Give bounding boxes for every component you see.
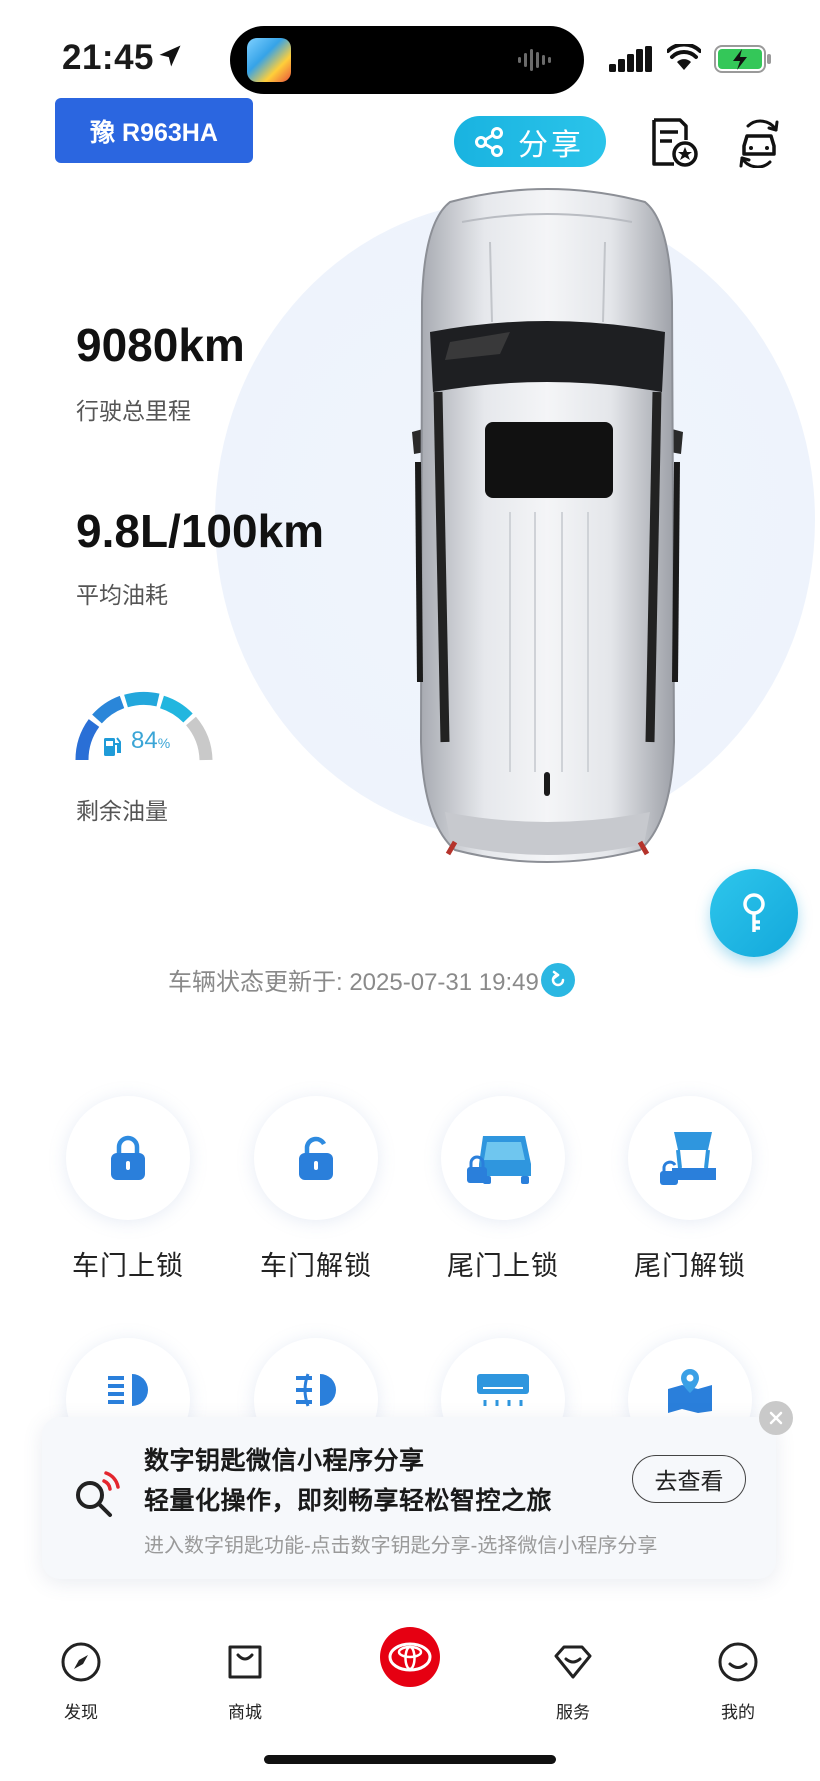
- unlock-icon: [299, 1136, 333, 1180]
- home-indicator[interactable]: [264, 1755, 556, 1764]
- fuel-consumption-value: 9.8L/100km: [76, 505, 325, 557]
- app-thumbnail-icon: [247, 38, 291, 82]
- nav-label-mine: 我的: [721, 1703, 755, 1722]
- air-conditioner-icon: [477, 1374, 529, 1406]
- banner-title: 数字钥匙微信小程序分享: [144, 1447, 425, 1475]
- nav-label-mall: 商城: [228, 1703, 262, 1722]
- vehicle-document-icon[interactable]: [648, 116, 698, 168]
- mileage-label: 行驶总里程: [76, 398, 191, 424]
- search-share-icon: [76, 1471, 120, 1517]
- tailgate-unlock-label: 尾门解锁: [634, 1251, 746, 1281]
- share-label: 分享: [518, 128, 584, 162]
- share-button[interactable]: 分享: [454, 116, 606, 167]
- nav-label-discover: 发现: [64, 1703, 98, 1722]
- fuel-level-label: 剩余油量: [76, 798, 168, 824]
- nav-item-home[interactable]: [380, 1627, 440, 1687]
- status-bar: 21:45: [0, 0, 820, 95]
- door-unlock-control[interactable]: 车门解锁: [246, 1096, 386, 1283]
- vehicle-status-update-text: 车辆状态更新于: 2025-07-31 19:49: [168, 969, 539, 996]
- headlight-icon: [108, 1374, 148, 1406]
- license-plate-button[interactable]: 豫 R963HA: [55, 98, 253, 163]
- tailgate-lock-control[interactable]: 尾门上锁: [433, 1096, 573, 1283]
- tailgate-unlock-control[interactable]: 尾门解锁: [620, 1096, 760, 1283]
- fuel-consumption-label: 平均油耗: [76, 582, 168, 608]
- mini-program-share-banner[interactable]: 数字钥匙微信小程序分享 轻量化操作，即刻畅享轻松智控之旅 进入数字钥匙功能-点击…: [42, 1417, 776, 1579]
- view-details-button[interactable]: 去查看: [632, 1455, 746, 1503]
- fuel-level-value: 84%: [131, 727, 171, 754]
- wifi-icon: [667, 44, 701, 70]
- door-unlock-label: 车门解锁: [260, 1251, 372, 1281]
- door-lock-control[interactable]: 车门上锁: [58, 1096, 198, 1283]
- shopping-bag-icon: [228, 1645, 262, 1679]
- status-time: 21:45: [62, 38, 155, 77]
- nav-item-discover[interactable]: 发现: [41, 1641, 121, 1723]
- refresh-icon[interactable]: [540, 962, 575, 997]
- nav-item-mine[interactable]: 我的: [698, 1641, 778, 1723]
- cellular-signal-icon: [609, 46, 652, 72]
- digital-key-button[interactable]: [710, 869, 798, 957]
- dynamic-island: [230, 26, 584, 94]
- battery-charging-icon: [714, 45, 771, 73]
- map-location-icon: [668, 1369, 712, 1413]
- share-icon: [475, 126, 503, 157]
- fog-light-icon: [296, 1373, 336, 1407]
- fuel-pump-icon: [104, 737, 121, 756]
- bottom-navigation: 发现 商城 服务 我的: [0, 1615, 820, 1735]
- nav-label-service: 服务: [556, 1703, 590, 1722]
- banner-close-button[interactable]: [759, 1401, 793, 1435]
- lock-icon: [111, 1135, 145, 1180]
- mileage-value: 9080km: [76, 319, 245, 371]
- key-icon: [743, 893, 765, 932]
- tailgate-unlock-icon: [660, 1132, 716, 1185]
- switch-vehicle-icon[interactable]: [734, 116, 784, 168]
- toyota-logo-icon: [388, 1642, 432, 1672]
- tailgate-lock-label: 尾门上锁: [447, 1251, 559, 1281]
- diamond-icon: [554, 1645, 592, 1679]
- location-arrow-icon: [159, 45, 181, 67]
- vehicle-status-update-row: 车辆状态更新于: 2025-07-31 19:49: [168, 962, 575, 997]
- door-lock-label: 车门上锁: [72, 1251, 184, 1281]
- audio-wave-icon: [518, 49, 551, 71]
- tailgate-lock-icon: [467, 1136, 531, 1184]
- banner-description: 进入数字钥匙功能-点击数字钥匙分享-选择微信小程序分享: [144, 1535, 658, 1557]
- nav-item-service[interactable]: 服务: [533, 1641, 613, 1723]
- compass-icon: [61, 1642, 101, 1682]
- nav-item-mall[interactable]: 商城: [205, 1641, 285, 1723]
- banner-subtitle: 轻量化操作，即刻畅享轻松智控之旅: [144, 1487, 553, 1515]
- smile-icon: [718, 1642, 758, 1682]
- vehicle-top-view-image: [412, 188, 683, 863]
- close-icon: [769, 1411, 783, 1425]
